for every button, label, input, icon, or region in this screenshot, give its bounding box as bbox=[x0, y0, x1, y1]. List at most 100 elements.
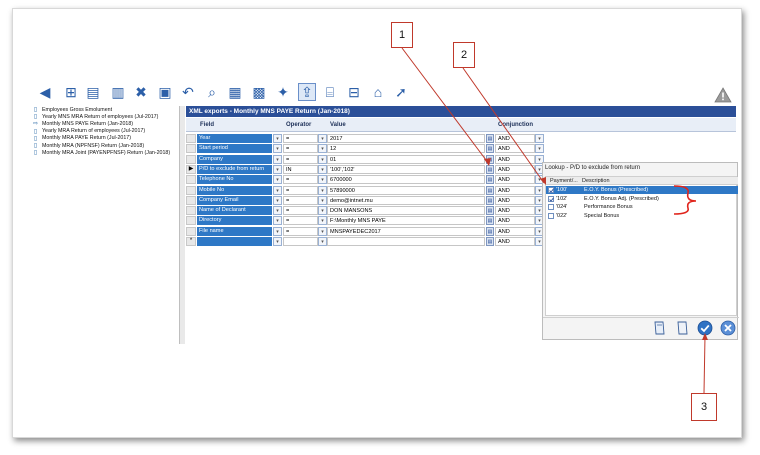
operator-dropdown[interactable]: ▾ bbox=[318, 164, 327, 174]
operator-cell[interactable]: = bbox=[283, 195, 318, 205]
lookup-checkbox[interactable] bbox=[548, 187, 554, 193]
operator-dropdown[interactable]: ▾ bbox=[318, 237, 327, 246]
tree-item[interactable]: ▯ Monthly MRA PAYE Return (Jul-2017) bbox=[32, 135, 179, 142]
tree-item[interactable]: ⇨ Monthly MNS PAYE Return (Jan-2018) bbox=[32, 120, 179, 128]
lookup-checkbox[interactable] bbox=[548, 212, 554, 219]
lookup-button[interactable]: ▤ bbox=[486, 164, 494, 174]
document-icon[interactable]: ▤ bbox=[84, 83, 102, 101]
operator-cell[interactable]: = bbox=[283, 154, 318, 164]
row-selector[interactable] bbox=[186, 134, 196, 143]
operator-dropdown[interactable]: ▾ bbox=[318, 206, 327, 216]
ok-button[interactable] bbox=[697, 320, 713, 338]
conjunction-cell[interactable]: AND bbox=[495, 134, 535, 143]
field-dropdown[interactable]: ▾ bbox=[273, 134, 282, 143]
tree-item[interactable]: ▯ Yearly MRA Return of employees (Jul-201… bbox=[32, 128, 179, 135]
deselect-all-button[interactable] bbox=[674, 321, 690, 338]
row-selector[interactable]: * bbox=[186, 237, 196, 246]
tree-item[interactable]: ▯ Monthly MRA (NPFNSF) Return (Jan-2018) bbox=[32, 142, 179, 150]
conjunction-dropdown[interactable]: ▾ bbox=[535, 144, 544, 154]
value-input[interactable]: 2017 bbox=[327, 134, 485, 143]
conjunction-cell[interactable]: AND bbox=[495, 164, 535, 174]
lookup-row[interactable]: '100' E.O.Y. Bonus (Prescribed) bbox=[546, 186, 738, 194]
lookup-button[interactable]: ▤ bbox=[486, 237, 494, 246]
tree-item[interactable]: ▯ Yearly MNS MRA Return of employees (Jul… bbox=[32, 113, 179, 121]
printer-icon[interactable]: ⊟ bbox=[345, 83, 363, 101]
value-input[interactable]: DON MANSONS bbox=[327, 206, 485, 216]
row-selector[interactable] bbox=[186, 154, 196, 164]
field-cell[interactable]: Company bbox=[197, 154, 272, 164]
operator-dropdown[interactable]: ▾ bbox=[318, 195, 327, 205]
lookup-checkbox[interactable] bbox=[548, 195, 554, 202]
field-dropdown[interactable]: ▾ bbox=[273, 185, 282, 195]
conjunction-cell[interactable]: AND bbox=[495, 206, 535, 216]
tree-icon[interactable]: ⊞ bbox=[62, 83, 80, 101]
row-selector[interactable] bbox=[186, 175, 196, 185]
row-selector[interactable] bbox=[186, 226, 196, 236]
field-cell[interactable]: Start period bbox=[197, 144, 272, 154]
filter-row[interactable]: Year ▾ = ▾ 2017 ▤ AND ▾ bbox=[186, 134, 736, 143]
undo-icon[interactable]: ↶ bbox=[179, 83, 197, 101]
operator-cell[interactable]: IN bbox=[283, 164, 318, 174]
operator-cell[interactable]: = bbox=[283, 134, 318, 143]
save-icon[interactable]: ▣ bbox=[156, 83, 174, 101]
lookup-row[interactable]: '024' Performance Bonus bbox=[546, 203, 738, 211]
field-cell[interactable]: Telephone No bbox=[197, 175, 272, 185]
lookup-button[interactable]: ▤ bbox=[486, 154, 494, 164]
lookup-button[interactable]: ▤ bbox=[486, 134, 494, 143]
wand-icon[interactable]: ✦ bbox=[274, 83, 292, 101]
field-cell[interactable]: Name of Declarant bbox=[197, 206, 272, 216]
field-dropdown[interactable]: ▾ bbox=[273, 237, 282, 246]
field-cell[interactable]: File name bbox=[197, 226, 272, 236]
row-selector[interactable] bbox=[186, 206, 196, 216]
export-icon[interactable]: ⇪ bbox=[298, 83, 316, 101]
value-input[interactable]: 12 bbox=[327, 144, 485, 154]
operator-dropdown[interactable]: ▾ bbox=[318, 144, 327, 154]
settings-icon[interactable]: ▩ bbox=[250, 83, 268, 101]
operator-cell[interactable]: = bbox=[283, 144, 318, 154]
field-dropdown[interactable]: ▾ bbox=[273, 206, 282, 216]
lookup-row[interactable]: '022' Special Bonus bbox=[546, 212, 738, 220]
value-input[interactable]: 57890000 bbox=[327, 185, 485, 195]
cancel-button[interactable] bbox=[720, 320, 736, 338]
print-icon[interactable]: ▦ bbox=[226, 83, 244, 101]
operator-dropdown[interactable]: ▾ bbox=[318, 216, 327, 226]
conjunction-dropdown[interactable]: ▾ bbox=[535, 134, 544, 143]
splitter[interactable] bbox=[180, 106, 185, 344]
row-selector[interactable]: ▶ bbox=[186, 164, 196, 174]
field-dropdown[interactable]: ▾ bbox=[273, 144, 282, 154]
operator-dropdown[interactable]: ▾ bbox=[318, 175, 327, 185]
lookup-checkbox[interactable] bbox=[548, 204, 554, 210]
operator-dropdown[interactable]: ▾ bbox=[318, 154, 327, 164]
row-selector[interactable] bbox=[186, 195, 196, 205]
conjunction-cell[interactable]: AND bbox=[495, 226, 535, 236]
operator-cell[interactable]: = bbox=[283, 206, 318, 216]
value-input[interactable]: 6700000 bbox=[327, 175, 485, 185]
field-dropdown[interactable]: ▾ bbox=[273, 216, 282, 226]
tree-item[interactable]: ▯ Monthly MRA Joint (PAYENPFNSF) Return (… bbox=[32, 149, 179, 157]
operator-cell[interactable]: = bbox=[283, 175, 318, 185]
operator-cell[interactable] bbox=[283, 237, 318, 246]
conjunction-cell[interactable]: AND bbox=[495, 144, 535, 154]
field-cell[interactable] bbox=[197, 237, 272, 246]
find-icon[interactable]: ⌕ bbox=[203, 83, 221, 101]
row-selector[interactable] bbox=[186, 185, 196, 195]
value-input[interactable]: demo@intnet.mu bbox=[327, 195, 485, 205]
conjunction-cell[interactable]: AND bbox=[495, 195, 535, 205]
conjunction-cell[interactable]: AND bbox=[495, 185, 535, 195]
field-dropdown[interactable]: ▾ bbox=[273, 195, 282, 205]
field-dropdown[interactable]: ▾ bbox=[273, 226, 282, 236]
preview-icon[interactable]: ⌸ bbox=[321, 83, 339, 101]
home-icon[interactable]: ⌂ bbox=[369, 83, 387, 101]
row-selector[interactable] bbox=[186, 144, 196, 154]
lookup-button[interactable]: ▤ bbox=[486, 206, 494, 216]
conjunction-cell[interactable]: AND bbox=[495, 175, 535, 185]
value-input[interactable]: '100','102' bbox=[327, 164, 485, 174]
operator-cell[interactable]: = bbox=[283, 216, 318, 226]
value-input[interactable]: MNSPAYEDEC2017 bbox=[327, 226, 485, 236]
lookup-header-description[interactable]: Description bbox=[582, 178, 610, 184]
lookup-button[interactable]: ▤ bbox=[486, 175, 494, 185]
lookup-button[interactable]: ▤ bbox=[486, 216, 494, 226]
lookup-button[interactable]: ▤ bbox=[486, 226, 494, 236]
conjunction-cell[interactable]: AND bbox=[495, 237, 535, 246]
conjunction-cell[interactable]: AND bbox=[495, 216, 535, 226]
